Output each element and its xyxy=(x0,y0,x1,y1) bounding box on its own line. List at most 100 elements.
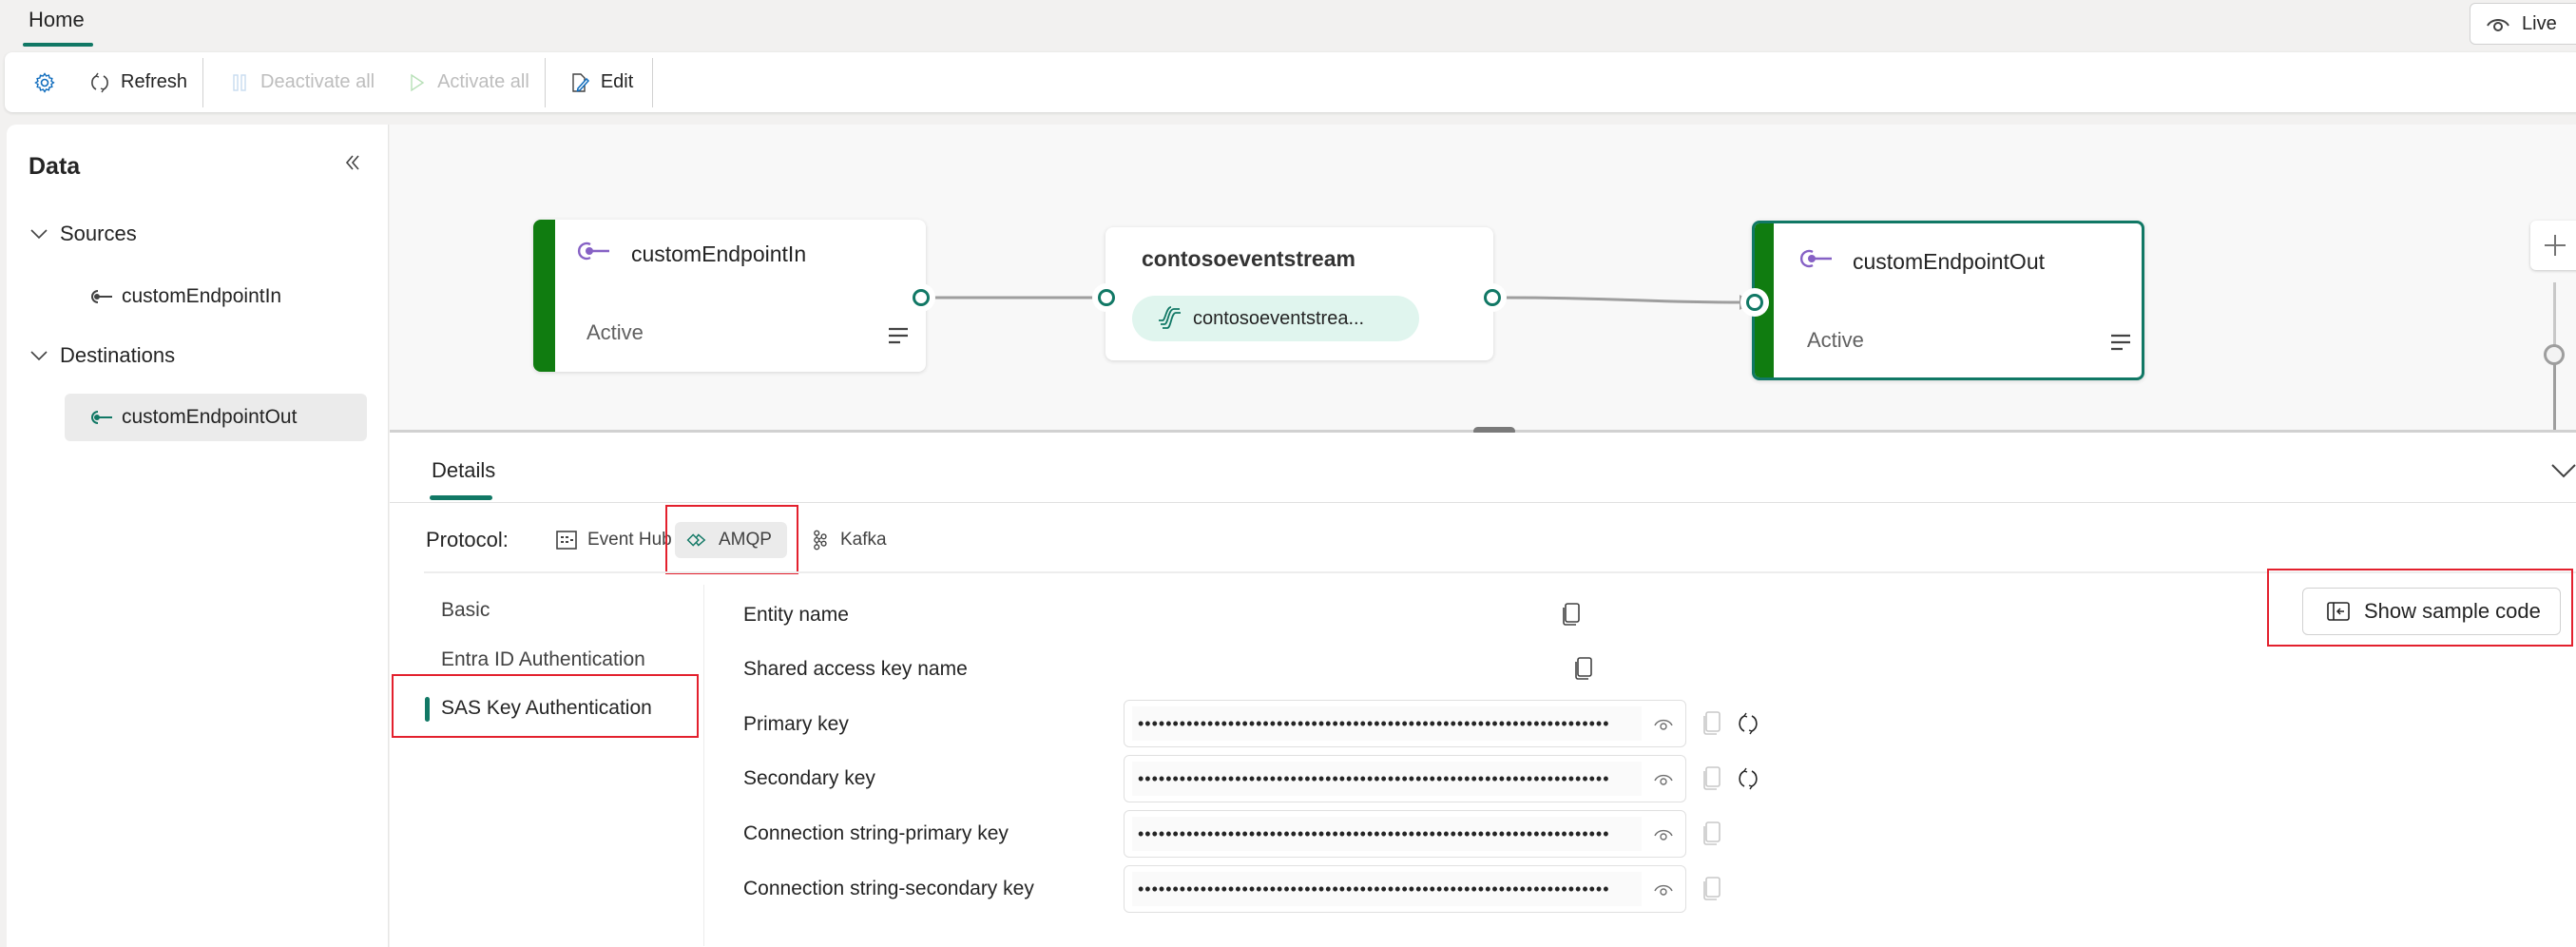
custom-endpoint-icon xyxy=(1800,249,1832,268)
copy-icon[interactable] xyxy=(1701,876,1722,902)
show-value-icon[interactable] xyxy=(1653,880,1674,898)
tab-details[interactable]: Details xyxy=(432,458,495,483)
chevron-down-icon xyxy=(30,229,48,240)
auth-nav-divider xyxy=(703,585,704,946)
zoom-in-button[interactable] xyxy=(2530,221,2576,270)
edit-icon xyxy=(572,72,589,92)
secondary-key-value: ••••••••••••••••••••••••••••••••••••••••… xyxy=(1132,762,1642,796)
copy-icon[interactable] xyxy=(1573,656,1594,681)
node-menu-icon[interactable] xyxy=(887,326,910,345)
input-port[interactable] xyxy=(1092,283,1121,312)
node-status-bar xyxy=(533,220,555,372)
view-mode-label: Live xyxy=(2522,12,2557,34)
copy-icon[interactable] xyxy=(1561,602,1582,627)
field-label-shared-access-key-name: Shared access key name xyxy=(743,658,968,680)
copy-icon[interactable] xyxy=(1701,765,1722,792)
activate-all-button[interactable]: Activate all xyxy=(390,52,545,112)
annotation-highlight xyxy=(392,674,699,738)
zoom-slider-fill xyxy=(2553,362,2556,431)
details-panel: Details Protocol: Event Hub AMQP Kafka B… xyxy=(390,433,2576,947)
deactivate-all-button[interactable]: Deactivate all xyxy=(203,52,390,112)
sidebar-item-label: customEndpointOut xyxy=(122,406,298,428)
play-icon xyxy=(411,73,425,91)
collapse-panel-icon[interactable] xyxy=(339,149,366,176)
toolbar-divider xyxy=(652,57,654,107)
activate-all-label: Activate all xyxy=(437,71,529,92)
copy-icon[interactable] xyxy=(1701,821,1722,847)
auth-nav-entra-id[interactable]: Entra ID Authentication xyxy=(441,648,645,671)
protocol-option-kafka[interactable]: Kafka xyxy=(797,522,898,558)
sidebar-group-label: Sources xyxy=(60,222,137,245)
protocol-divider xyxy=(424,571,2576,573)
refresh-button[interactable]: Refresh xyxy=(73,52,202,112)
custom-endpoint-icon xyxy=(578,242,609,261)
sidebar-group-destinations[interactable]: Destinations xyxy=(29,343,175,368)
copy-icon[interactable] xyxy=(1701,710,1722,737)
show-value-icon[interactable] xyxy=(1653,770,1674,787)
sidebar-group-sources[interactable]: Sources xyxy=(29,222,137,246)
node-status: Active xyxy=(586,320,644,344)
edit-button[interactable]: Edit xyxy=(546,52,652,112)
field-label-secondary-key: Secondary key xyxy=(743,767,875,789)
zoom-slider-thumb[interactable] xyxy=(2544,344,2565,365)
custom-endpoint-icon xyxy=(91,411,112,424)
eventstream-icon xyxy=(1159,306,1181,329)
chevron-down-icon[interactable] xyxy=(2549,461,2576,480)
node-customendpointout[interactable]: customEndpointOut Active xyxy=(1752,221,2144,380)
annotation-highlight xyxy=(665,505,798,574)
regenerate-key-icon[interactable] xyxy=(1736,710,1760,737)
primary-key-field[interactable]: ••••••••••••••••••••••••••••••••••••••••… xyxy=(1124,700,1686,747)
protocol-option-event-hub[interactable]: Event Hub xyxy=(544,522,683,558)
node-status: Active xyxy=(1807,328,1864,352)
kafka-icon xyxy=(814,530,827,551)
connection-string-secondary-value: ••••••••••••••••••••••••••••••••••••••••… xyxy=(1132,872,1642,906)
regenerate-key-icon[interactable] xyxy=(1736,765,1760,792)
eventstream-chip[interactable]: contosoeventstrea... xyxy=(1132,296,1419,341)
secondary-key-field[interactable]: ••••••••••••••••••••••••••••••••••••••••… xyxy=(1124,755,1686,802)
gear-icon xyxy=(34,71,55,93)
toolbar: Refresh Deactivate all Activate all Edit xyxy=(5,52,2576,112)
chevron-down-icon xyxy=(30,351,48,361)
field-label-entity-name: Entity name xyxy=(743,604,849,626)
tab-home[interactable]: Home xyxy=(29,8,85,32)
tab-details-indicator xyxy=(430,495,492,500)
settings-button[interactable] xyxy=(5,52,73,112)
sidebar-item-customendpointin[interactable]: customEndpointIn xyxy=(65,273,367,320)
edge-stream-to-destination xyxy=(1501,296,1745,304)
pause-icon xyxy=(233,73,246,91)
ribbon-tabbar: Home Live xyxy=(0,0,2576,49)
show-value-icon[interactable] xyxy=(1653,825,1674,842)
eventstream-chip-label: contosoeventstrea... xyxy=(1193,307,1365,329)
output-port[interactable] xyxy=(1478,283,1507,312)
field-label-connection-string-primary: Connection string-primary key xyxy=(743,822,1009,844)
tab-divider xyxy=(390,502,2576,503)
refresh-icon xyxy=(91,72,108,92)
connection-string-primary-field[interactable]: ••••••••••••••••••••••••••••••••••••••••… xyxy=(1124,810,1686,858)
protocol-option-label: Kafka xyxy=(840,530,887,550)
field-label-primary-key: Primary key xyxy=(743,713,849,735)
node-title: customEndpointIn xyxy=(631,242,807,266)
custom-endpoint-icon xyxy=(91,290,112,303)
protocol-option-label: Event Hub xyxy=(587,530,672,550)
view-mode-dropdown[interactable]: Live xyxy=(2470,3,2576,45)
primary-key-value: ••••••••••••••••••••••••••••••••••••••••… xyxy=(1132,706,1642,741)
flow-canvas[interactable]: customEndpointIn Active contosoeventstre… xyxy=(390,125,2576,431)
data-panel: Data Sources customEndpointIn Destinatio… xyxy=(7,125,389,947)
sidebar-item-customendpointout[interactable]: customEndpointOut xyxy=(65,394,367,441)
node-contosoeventstream[interactable]: contosoeventstream contosoeventstrea... xyxy=(1105,227,1493,360)
auth-nav-basic[interactable]: Basic xyxy=(441,599,490,622)
refresh-label: Refresh xyxy=(121,71,188,92)
edit-label: Edit xyxy=(600,71,634,92)
event-hub-icon xyxy=(556,531,577,550)
node-title: customEndpointOut xyxy=(1853,249,2046,274)
node-title: contosoeventstream xyxy=(1142,246,1355,271)
tab-home-indicator xyxy=(23,43,93,47)
output-port[interactable] xyxy=(907,283,935,312)
node-customendpointin[interactable]: customEndpointIn Active xyxy=(533,220,926,372)
sidebar-item-label: customEndpointIn xyxy=(122,285,282,307)
connection-string-secondary-field[interactable]: ••••••••••••••••••••••••••••••••••••••••… xyxy=(1124,865,1686,913)
input-port[interactable] xyxy=(1740,288,1769,317)
connection-string-primary-value: ••••••••••••••••••••••••••••••••••••••••… xyxy=(1132,817,1642,851)
show-value-icon[interactable] xyxy=(1653,715,1674,732)
node-menu-icon[interactable] xyxy=(2109,333,2132,352)
